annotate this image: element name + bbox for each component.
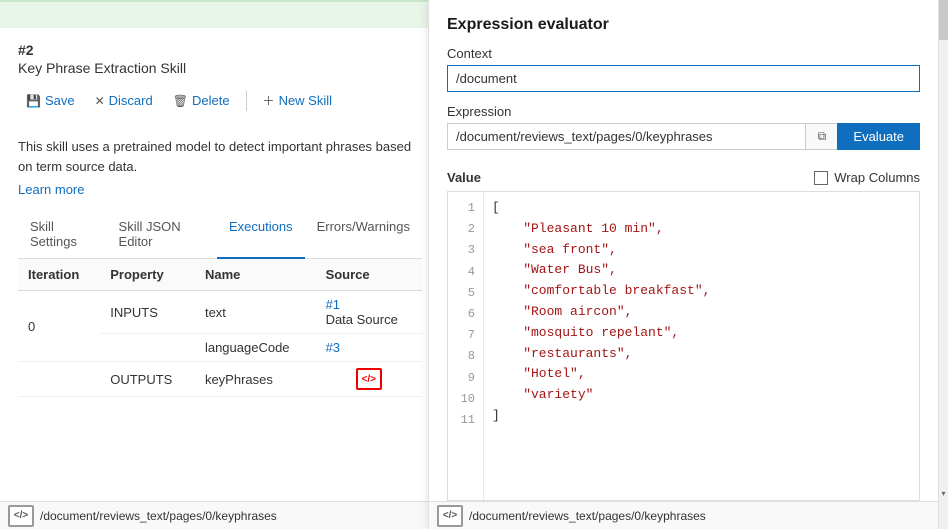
iteration-empty xyxy=(18,362,100,397)
source-text-1: Data Source xyxy=(326,312,398,327)
code-area: 1234567891011 [ "Pleasant 10 min", "sea … xyxy=(447,191,920,501)
expression-label: Expression xyxy=(447,104,920,119)
source-cell: #1 Data Source xyxy=(316,291,422,334)
table-row: OUTPUTS keyPhrases </> xyxy=(18,362,422,397)
line-numbers: 1234567891011 xyxy=(448,192,484,500)
executions-table: Iteration Property Name Source 0 INPUTS … xyxy=(18,259,422,397)
value-header: Value Wrap Columns xyxy=(447,170,920,185)
expression-row: ⧉ Evaluate xyxy=(447,123,920,150)
iteration-value: 0 xyxy=(18,291,100,362)
outputs-source-cell: </> xyxy=(316,362,422,397)
code-scroll[interactable]: 1234567891011 [ "Pleasant 10 min", "sea … xyxy=(448,192,919,500)
expression-input[interactable] xyxy=(447,123,805,150)
context-input[interactable] xyxy=(447,65,920,92)
col-name: Name xyxy=(195,259,316,291)
outputs-name: keyPhrases xyxy=(195,362,316,397)
bottom-code-icon-right: </> xyxy=(437,505,463,527)
name-text: text xyxy=(195,291,316,334)
outputs-label: OUTPUTS xyxy=(100,362,195,397)
value-label: Value xyxy=(447,170,481,185)
wrap-checkbox[interactable] xyxy=(814,171,828,185)
scrollbar-thumb xyxy=(939,0,948,40)
tab-skill-json-editor[interactable]: Skill JSON Editor xyxy=(107,211,217,259)
panel-header: Expression evaluator Context Expression … xyxy=(429,0,938,160)
save-button[interactable]: 💾 Save xyxy=(18,89,83,112)
inputs-label-2 xyxy=(100,334,195,362)
source-link-3[interactable]: #3 xyxy=(326,340,340,355)
col-iteration: Iteration xyxy=(18,259,100,291)
source-cell-2: #3 xyxy=(316,334,422,362)
expression-evaluator-panel: Expression evaluator Context Expression … xyxy=(428,0,938,529)
skill-number: #2 xyxy=(18,42,422,58)
skill-description: This skill uses a pretrained model to de… xyxy=(18,137,422,176)
code-icon-button[interactable]: </> xyxy=(356,368,382,390)
table-row: 0 INPUTS text #1 Data Source xyxy=(18,291,422,334)
tab-skill-settings[interactable]: Skill Settings xyxy=(18,211,107,259)
inputs-label: INPUTS xyxy=(100,291,195,334)
bottom-path-text: /document/reviews_text/pages/0/keyphrase… xyxy=(40,509,277,523)
panel-bottom-bar: </> /document/reviews_text/pages/0/keyph… xyxy=(429,501,938,529)
bottom-code-icon: </> xyxy=(8,505,34,527)
discard-button[interactable]: ✕ Discard xyxy=(87,89,161,112)
page-scrollbar[interactable] xyxy=(938,0,948,529)
evaluate-button[interactable]: Evaluate xyxy=(837,123,920,150)
name-text-2: languageCode xyxy=(195,334,316,362)
bottom-path-bar: </> /document/reviews_text/pages/0/keyph… xyxy=(0,501,440,529)
code-content: [ "Pleasant 10 min", "sea front", "Water… xyxy=(484,192,919,500)
panel-title: Expression evaluator xyxy=(447,16,920,34)
left-panel: #2 Key Phrase Extraction Skill 💾 Save ✕ … xyxy=(0,0,440,529)
skill-title: Key Phrase Extraction Skill xyxy=(18,60,422,76)
learn-more-link[interactable]: Learn more xyxy=(18,182,84,197)
new-skill-button[interactable]: ＋ New Skill xyxy=(255,88,340,113)
toolbar-separator xyxy=(246,91,247,111)
value-section: Value Wrap Columns 1234567891011 [ "Plea… xyxy=(429,160,938,501)
panel-bottom-path: /document/reviews_text/pages/0/keyphrase… xyxy=(469,509,706,523)
tabs-row: Skill Settings Skill JSON Editor Executi… xyxy=(18,211,422,259)
executions-table-container: Iteration Property Name Source 0 INPUTS … xyxy=(18,259,422,397)
source-link-1[interactable]: #1 xyxy=(326,297,340,312)
scroll-down-icon[interactable]: ▾ xyxy=(938,485,948,501)
col-property: Property xyxy=(100,259,195,291)
copy-icon: ⧉ xyxy=(818,129,827,144)
green-bar xyxy=(0,0,440,28)
wrap-columns-control: Wrap Columns xyxy=(814,170,920,185)
tab-errors-warnings[interactable]: Errors/Warnings xyxy=(305,211,422,259)
context-label: Context xyxy=(447,46,920,61)
toolbar: 💾 Save ✕ Discard 🗑 Delete ＋ New Skill xyxy=(18,88,422,123)
plus-icon: ＋ xyxy=(263,92,275,109)
delete-button[interactable]: 🗑 Delete xyxy=(165,89,238,112)
discard-icon: ✕ xyxy=(95,94,105,108)
copy-expression-button[interactable]: ⧉ xyxy=(805,123,837,150)
trash-icon: 🗑 xyxy=(173,94,188,108)
col-source: Source xyxy=(316,259,422,291)
save-icon: 💾 xyxy=(26,94,41,108)
wrap-columns-label: Wrap Columns xyxy=(834,170,920,185)
tab-executions[interactable]: Executions xyxy=(217,211,305,259)
